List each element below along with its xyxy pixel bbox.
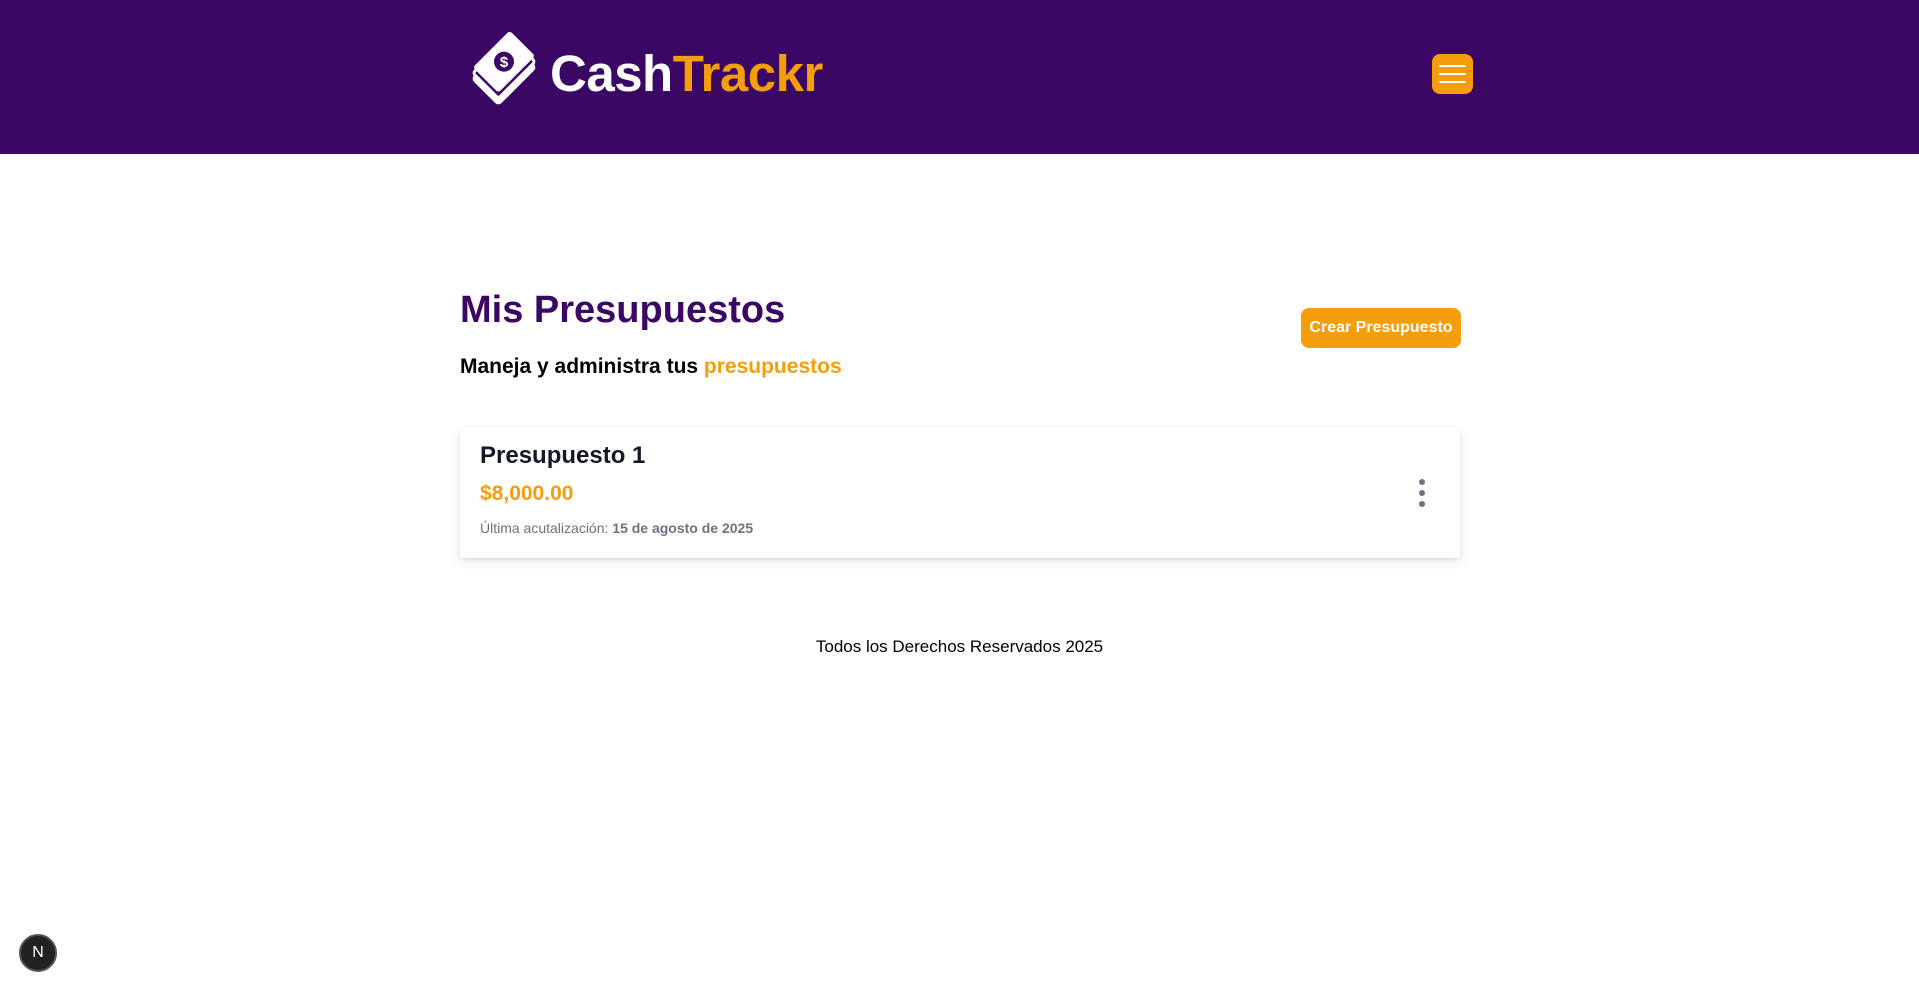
create-budget-button[interactable]: Crear Presupuesto: [1301, 308, 1461, 348]
budget-card[interactable]: Presupuesto 1 $8,000.00 Última acutaliza…: [460, 428, 1460, 558]
logo-text-cash: Cash: [550, 44, 673, 102]
vertical-ellipsis-icon-dot: [1419, 501, 1425, 507]
hamburger-menu-icon-line: [1439, 73, 1466, 75]
logo-text-trackr: Trackr: [672, 44, 824, 102]
budget-name[interactable]: Presupuesto 1: [480, 442, 645, 470]
logo[interactable]: $ CashTrackr: [464, 30, 823, 116]
hamburger-menu-icon: [1439, 65, 1466, 67]
budget-options-button[interactable]: [1408, 475, 1436, 511]
footer-copyright: Todos los Derechos Reservados 2025: [815, 637, 1104, 656]
page-subtitle-prefix: Maneja y administra tus: [460, 355, 699, 378]
budget-updated-label: Última acutalización:: [480, 520, 609, 536]
budget-updated: Última acutalización: 15 de agosto de 20…: [480, 520, 753, 536]
page-subtitle: Maneja y administra tus presupuestos: [460, 355, 842, 379]
page-subtitle-accent: presupuestos: [703, 355, 842, 378]
money-bill-icon: $: [472, 31, 536, 105]
app-header: $ CashTrackr: [0, 0, 1919, 154]
budget-amount: $8,000.00: [480, 482, 574, 505]
hamburger-menu-icon-line: [1439, 81, 1466, 83]
vertical-ellipsis-icon-dot: [1419, 490, 1425, 496]
menu-button[interactable]: [1432, 54, 1473, 94]
page-title: Mis Presupuestos: [460, 289, 786, 331]
vertical-ellipsis-icon: [1419, 479, 1425, 485]
logo-text: CashTrackr: [550, 48, 823, 99]
dev-tools-badge[interactable]: N: [19, 934, 57, 972]
svg-text:$: $: [500, 54, 509, 71]
budget-updated-date: 15 de agosto de 2025: [612, 520, 754, 536]
